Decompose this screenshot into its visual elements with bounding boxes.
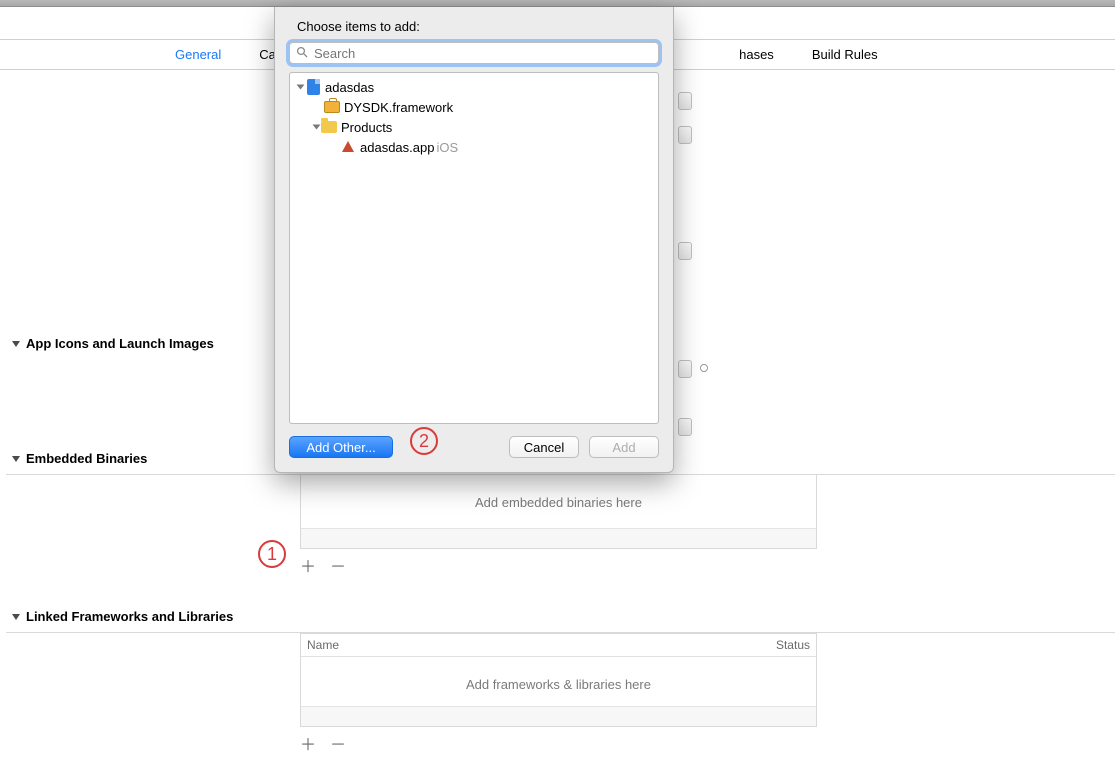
- file-tree[interactable]: adasdas DYSDK.framework Products adasdas…: [289, 72, 659, 424]
- tab-build-rules[interactable]: Build Rules: [812, 47, 878, 62]
- tree-label: adasdas.app: [360, 140, 434, 155]
- column-status: Status: [776, 638, 810, 652]
- tree-row-project[interactable]: adasdas: [290, 77, 658, 97]
- remove-framework-button[interactable]: －: [330, 731, 346, 755]
- linked-frameworks-list: Name Status Add frameworks & libraries h…: [300, 633, 817, 727]
- tree-row-app[interactable]: adasdas.app iOS: [290, 137, 658, 157]
- add-icon[interactable]: [700, 364, 708, 372]
- remove-embedded-button[interactable]: －: [330, 553, 346, 577]
- tree-label: adasdas: [325, 80, 374, 95]
- toolbox-icon: [324, 99, 340, 115]
- tree-row-products[interactable]: Products: [290, 117, 658, 137]
- add-embedded-button[interactable]: ＋: [300, 553, 316, 577]
- dropdown-stub[interactable]: [678, 360, 692, 378]
- disclosure-triangle-icon: [12, 341, 20, 347]
- tree-row-framework[interactable]: DYSDK.framework: [290, 97, 658, 117]
- cancel-button[interactable]: Cancel: [509, 436, 579, 458]
- tree-label: Products: [341, 120, 392, 135]
- app-icon: [340, 139, 356, 155]
- dropdown-stub[interactable]: [678, 418, 692, 436]
- project-icon: [305, 79, 321, 95]
- tree-label: DYSDK.framework: [344, 100, 453, 115]
- section-header-linked-frameworks[interactable]: Linked Frameworks and Libraries: [12, 609, 1115, 624]
- dropdown-stub[interactable]: [678, 126, 692, 144]
- column-name: Name: [307, 638, 776, 652]
- disclosure-triangle-icon: [12, 456, 20, 462]
- tab-general[interactable]: General: [175, 47, 221, 62]
- disclosure-triangle-icon: [313, 125, 321, 130]
- tree-platform-label: iOS: [436, 140, 458, 155]
- add-button[interactable]: Add: [589, 436, 659, 458]
- annotation-2: 2: [410, 427, 438, 455]
- disclosure-triangle-icon: [12, 614, 20, 620]
- dropdown-stub[interactable]: [678, 242, 692, 260]
- search-input[interactable]: [289, 42, 659, 64]
- section-title: Embedded Binaries: [26, 451, 147, 466]
- tab-build-phases-partial[interactable]: hases: [739, 47, 774, 62]
- add-other-button[interactable]: Add Other...: [289, 436, 393, 458]
- embedded-binaries-list: Add embedded binaries here: [300, 475, 817, 549]
- add-framework-button[interactable]: ＋: [300, 731, 316, 755]
- choose-items-sheet: Choose items to add: adasdas DYSDK.frame…: [274, 7, 674, 473]
- search-icon: [296, 46, 308, 58]
- dropdown-stub[interactable]: [678, 92, 692, 110]
- disclosure-triangle-icon: [297, 85, 305, 90]
- section-title: Linked Frameworks and Libraries: [26, 609, 233, 624]
- sheet-title: Choose items to add:: [297, 19, 659, 34]
- folder-icon: [321, 119, 337, 135]
- embedded-placeholder: Add embedded binaries here: [301, 475, 816, 536]
- annotation-1: 1: [258, 540, 286, 568]
- section-title: App Icons and Launch Images: [26, 336, 214, 351]
